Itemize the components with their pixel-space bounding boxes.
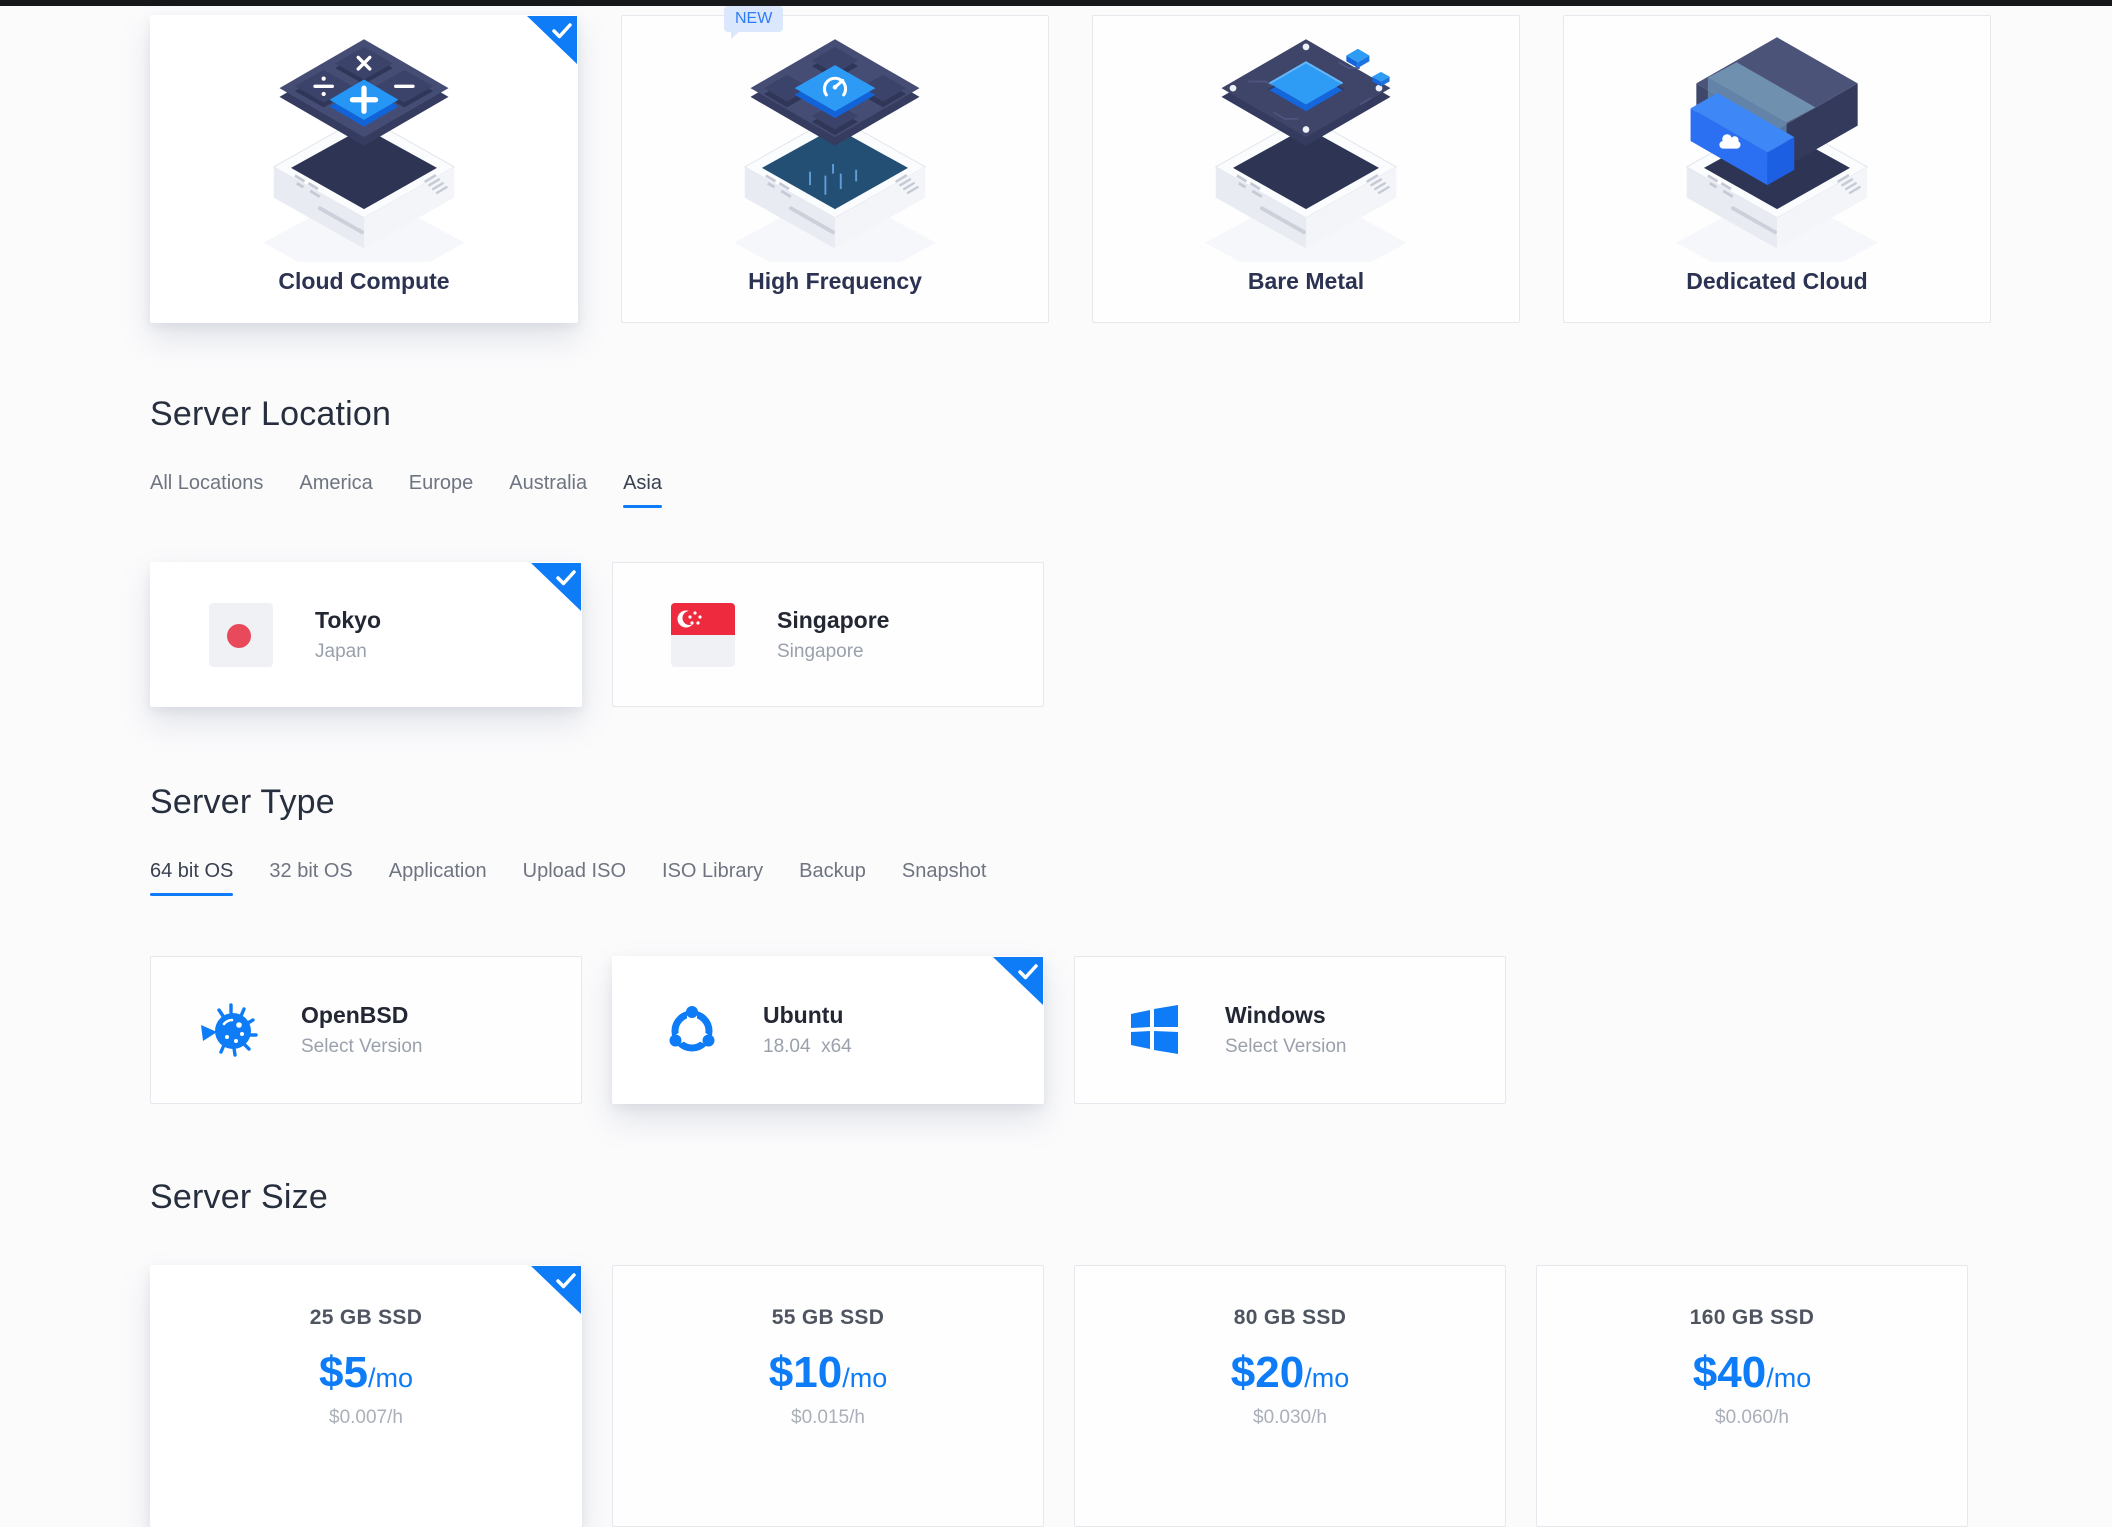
os-version: Select Version (301, 1036, 422, 1058)
os-name: Windows (1225, 1002, 1346, 1029)
plan-price-amount: $5 (319, 1348, 368, 1397)
os-option-ubuntu[interactable]: Ubuntu 18.04 x64 (612, 956, 1044, 1104)
plan-price-period: /mo (1766, 1363, 1811, 1393)
plan-price-period: /mo (368, 1363, 413, 1393)
selected-checkmark (993, 957, 1043, 1005)
openbsd-pufferfish-icon (197, 997, 263, 1063)
plan-option-80gb[interactable]: 80 GB SSD $20/mo $0.030/h (1074, 1265, 1506, 1527)
ubuntu-icon (659, 997, 725, 1063)
top-accent-bar (0, 0, 2112, 6)
plan-storage: 160 GB SSD (1537, 1306, 1967, 1330)
tab-32-bit-os[interactable]: 32 bit OS (269, 860, 352, 896)
singapore-flag-icon (671, 603, 735, 667)
checkmark-icon (555, 1272, 577, 1290)
japan-flag-icon (209, 603, 273, 667)
new-badge: NEW (724, 6, 783, 32)
checkmark-icon (1017, 963, 1039, 981)
plan-price: $40/mo (1537, 1348, 1967, 1398)
plan-option-55gb[interactable]: 55 GB SSD $10/mo $0.015/h (612, 1265, 1044, 1527)
selected-checkmark (527, 16, 577, 64)
deploy-type-row: Cloud Compute NEW (150, 15, 2112, 323)
high-frequency-illustration (710, 20, 960, 262)
plan-price-period: /mo (1304, 1363, 1349, 1393)
dedicated-cloud-illustration (1652, 20, 1902, 262)
bare-metal-illustration (1181, 20, 1431, 262)
tab-upload-iso[interactable]: Upload ISO (523, 860, 626, 896)
plan-storage: 80 GB SSD (1075, 1306, 1505, 1330)
windows-icon (1121, 997, 1187, 1063)
deploy-option-label: Bare Metal (1248, 268, 1364, 295)
os-version: 18.04 x64 (763, 1036, 852, 1058)
plan-price: $20/mo (1075, 1348, 1505, 1398)
plan-price: $10/mo (613, 1348, 1043, 1398)
tab-snapshot[interactable]: Snapshot (902, 860, 987, 896)
server-type-tabs: 64 bit OS 32 bit OS Application Upload I… (150, 860, 2112, 896)
os-name: Ubuntu (763, 1002, 852, 1029)
selected-checkmark (531, 563, 581, 611)
deploy-option-dedicated-cloud[interactable]: Dedicated Cloud (1563, 15, 1991, 323)
plan-option-160gb[interactable]: 160 GB SSD $40/mo $0.060/h (1536, 1265, 1968, 1527)
deploy-option-high-frequency[interactable]: NEW (621, 15, 1049, 323)
plan-price-period: /mo (842, 1363, 887, 1393)
location-country: Singapore (777, 641, 889, 663)
tab-application[interactable]: Application (389, 860, 487, 896)
plan-storage: 55 GB SSD (613, 1306, 1043, 1330)
location-city: Tokyo (315, 607, 381, 634)
deploy-option-label: Cloud Compute (278, 268, 449, 295)
server-size-title: Server Size (150, 1178, 2112, 1217)
os-option-openbsd[interactable]: OpenBSD Select Version (150, 956, 582, 1104)
plan-storage: 25 GB SSD (151, 1306, 581, 1330)
plan-price-amount: $40 (1693, 1348, 1766, 1397)
tab-america[interactable]: America (299, 472, 372, 508)
tab-iso-library[interactable]: ISO Library (662, 860, 763, 896)
os-row: OpenBSD Select Version (150, 956, 2112, 1104)
tab-backup[interactable]: Backup (799, 860, 866, 896)
server-type-title: Server Type (150, 783, 2112, 822)
plan-option-25gb[interactable]: 25 GB SSD $5/mo $0.007/h (150, 1265, 582, 1527)
location-country: Japan (315, 641, 381, 663)
os-name: OpenBSD (301, 1002, 422, 1029)
plan-hourly-rate: $0.007/h (151, 1407, 581, 1429)
plan-hourly-rate: $0.060/h (1537, 1407, 1967, 1429)
location-row: Tokyo Japan Singapore Singapore (150, 562, 2112, 707)
plan-hourly-rate: $0.030/h (1075, 1407, 1505, 1429)
server-location-title: Server Location (150, 395, 2112, 434)
tab-asia[interactable]: Asia (623, 472, 662, 508)
deploy-option-bare-metal[interactable]: Bare Metal (1092, 15, 1520, 323)
plan-hourly-rate: $0.015/h (613, 1407, 1043, 1429)
location-city: Singapore (777, 607, 889, 634)
location-option-tokyo[interactable]: Tokyo Japan (150, 562, 582, 707)
checkmark-icon (555, 569, 577, 587)
cloud-compute-illustration (239, 20, 489, 262)
location-option-singapore[interactable]: Singapore Singapore (612, 562, 1044, 707)
plan-price-amount: $20 (1231, 1348, 1304, 1397)
plan-price: $5/mo (151, 1348, 581, 1398)
plan-row: 25 GB SSD $5/mo $0.007/h 55 GB SSD $10/m… (150, 1265, 2112, 1527)
plan-price-amount: $10 (769, 1348, 842, 1397)
location-tabs: All Locations America Europe Australia A… (150, 472, 2112, 508)
tab-64-bit-os[interactable]: 64 bit OS (150, 860, 233, 896)
deploy-option-label: High Frequency (748, 268, 922, 295)
tab-all-locations[interactable]: All Locations (150, 472, 263, 508)
checkmark-icon (551, 22, 573, 40)
deploy-option-label: Dedicated Cloud (1686, 268, 1867, 295)
tab-australia[interactable]: Australia (509, 472, 587, 508)
deploy-option-cloud-compute[interactable]: Cloud Compute (150, 15, 578, 323)
os-option-windows[interactable]: Windows Select Version (1074, 956, 1506, 1104)
tab-europe[interactable]: Europe (409, 472, 474, 508)
os-version: Select Version (1225, 1036, 1346, 1058)
